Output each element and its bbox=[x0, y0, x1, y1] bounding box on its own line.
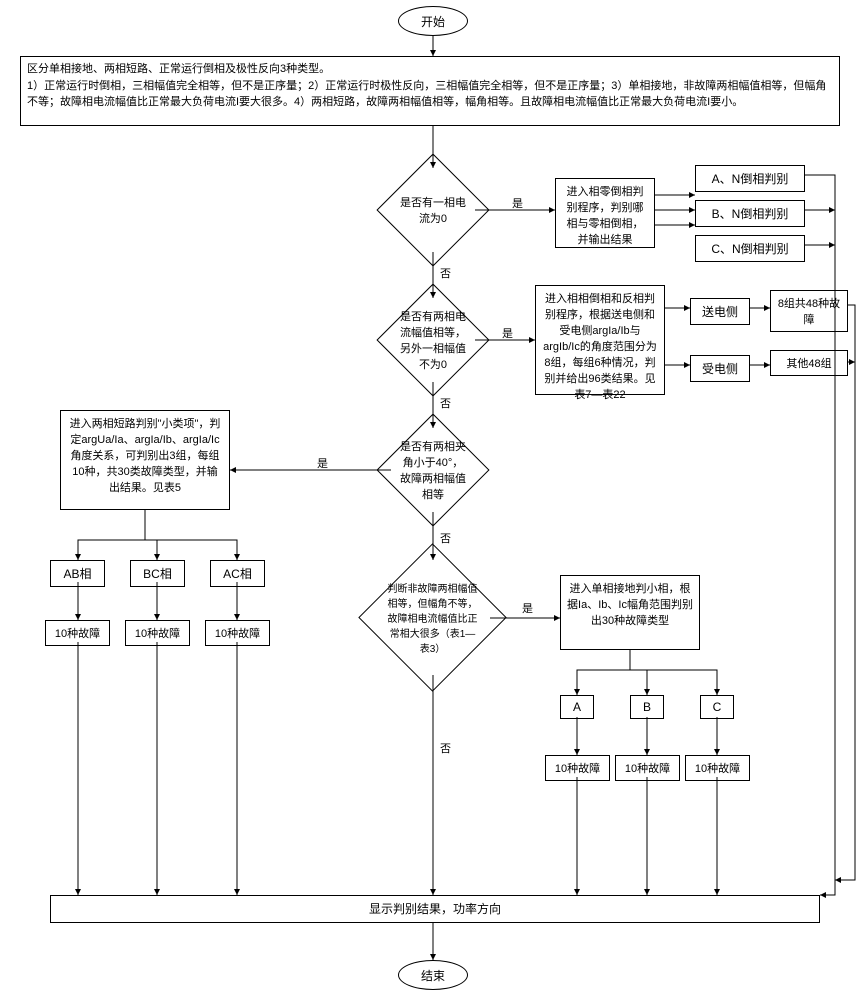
lbl-yes: 是 bbox=[315, 455, 330, 471]
out-cn: C、N倒相判别 bbox=[695, 235, 805, 262]
d4-text: 判断非故障两相幅值相等，但幅角不等，故障相电流幅值比正常相大很多（表1—表3） bbox=[387, 580, 478, 655]
out-bn: B、N倒相判别 bbox=[695, 200, 805, 227]
out-8groups: 8组共48种故障 bbox=[770, 290, 848, 332]
out-recv: 受电侧 bbox=[690, 355, 750, 382]
lbl-yes: 是 bbox=[520, 600, 535, 616]
decision-phase-zero: 是否有一相电流为0 bbox=[376, 153, 489, 266]
lbl-no: 否 bbox=[438, 740, 453, 756]
decision-single-ground: 判断非故障两相幅值相等，但幅角不等，故障相电流幅值比正常相大很多（表1—表3） bbox=[358, 543, 506, 691]
d2-text: 是否有两相电流幅值相等，另外一相幅值不为0 bbox=[400, 308, 466, 372]
f10-ab: 10种故障 bbox=[45, 620, 110, 646]
proc-zero-swap: 进入相零倒相判别程序，判别哪相与零相倒相，并输出结果 bbox=[555, 178, 655, 248]
proc-two-phase-short: 进入两相短路判别"小类项"，判定argUa/Ia、argIa/Ib、argIa/… bbox=[60, 410, 230, 510]
d1-text: 是否有一相电流为0 bbox=[400, 194, 466, 226]
out-send: 送电侧 bbox=[690, 298, 750, 325]
lbl-no: 否 bbox=[438, 395, 453, 411]
end-terminal: 结束 bbox=[398, 960, 468, 990]
lbl-yes: 是 bbox=[500, 325, 515, 341]
intro-description: 区分单相接地、两相短路、正常运行倒相及极性反向3种类型。 1）正常运行时倒相，三… bbox=[20, 56, 840, 126]
lbl-yes: 是 bbox=[510, 195, 525, 211]
proc-phase-swap: 进入相相倒相和反相判别程序，根据送电侧和受电侧argIa/Ib与argIb/Ic… bbox=[535, 285, 665, 395]
f10-bc: 10种故障 bbox=[125, 620, 190, 646]
out-bc: BC相 bbox=[130, 560, 185, 587]
start-terminal: 开始 bbox=[398, 6, 468, 36]
f10-a: 10种故障 bbox=[545, 755, 610, 781]
f10-ac: 10种故障 bbox=[205, 620, 270, 646]
f10-b: 10种故障 bbox=[615, 755, 680, 781]
lbl-no: 否 bbox=[438, 265, 453, 281]
out-c: C bbox=[700, 695, 734, 719]
out-an: A、N倒相判别 bbox=[695, 165, 805, 192]
d3-text: 是否有两相夹角小于40°，故障两相幅值相等 bbox=[400, 438, 466, 502]
result-display: 显示判别结果，功率方向 bbox=[50, 895, 820, 923]
out-ab: AB相 bbox=[50, 560, 105, 587]
decision-two-equal: 是否有两相电流幅值相等，另外一相幅值不为0 bbox=[376, 283, 489, 396]
lbl-no: 否 bbox=[438, 530, 453, 546]
out-ac: AC相 bbox=[210, 560, 265, 587]
f10-c: 10种故障 bbox=[685, 755, 750, 781]
proc-single-ground: 进入单相接地判小相，根据Ia、Ib、Ic幅角范围判别出30种故障类型 bbox=[560, 575, 700, 650]
out-b: B bbox=[630, 695, 664, 719]
decision-angle-40: 是否有两相夹角小于40°，故障两相幅值相等 bbox=[376, 413, 489, 526]
out-a: A bbox=[560, 695, 594, 719]
out-48groups: 其他48组 bbox=[770, 350, 848, 376]
